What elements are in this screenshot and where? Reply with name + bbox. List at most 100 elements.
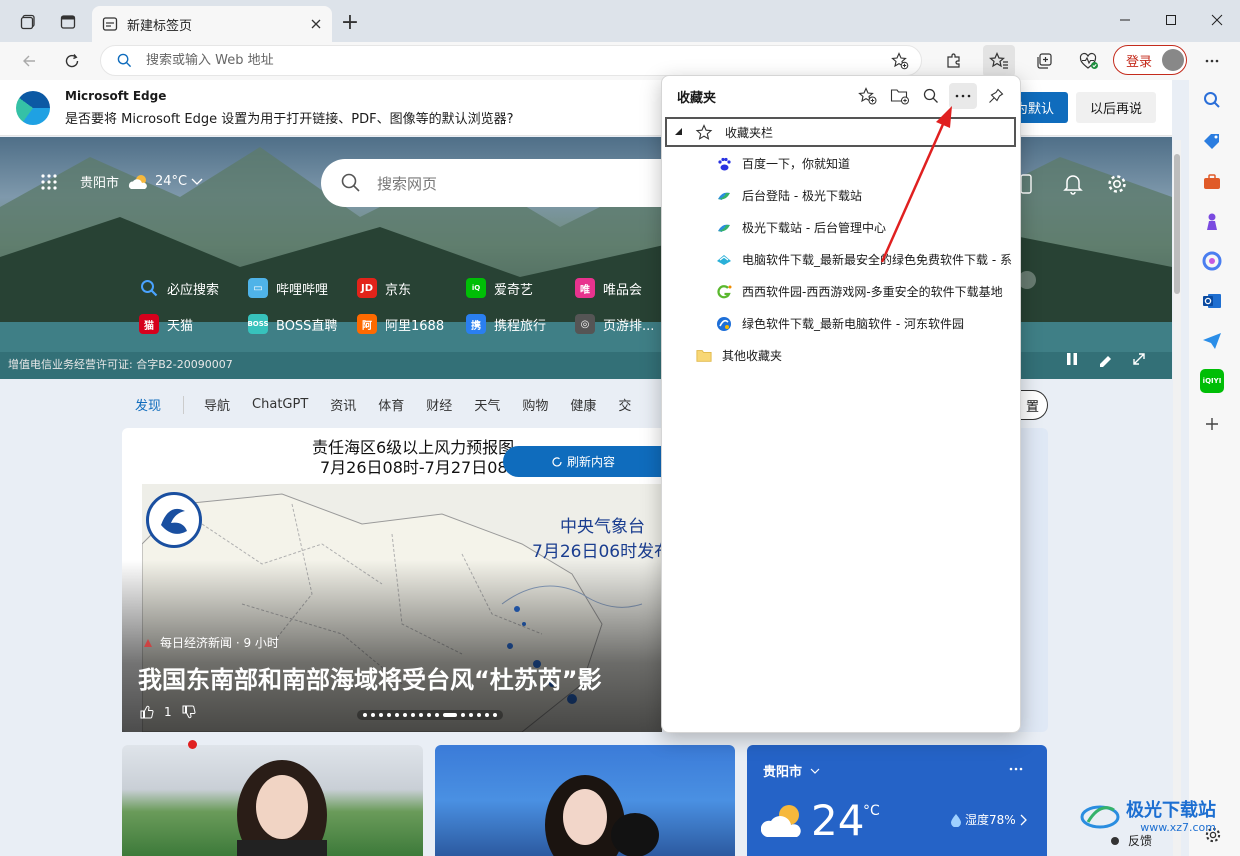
tab-new-tab[interactable]: 新建标签页 (92, 6, 332, 42)
bell-icon[interactable] (1063, 173, 1083, 195)
quick-link-label: 爱奇艺 (494, 282, 534, 298)
new-tab-button[interactable]: + (336, 8, 364, 36)
login-label: 登录 (1126, 54, 1153, 70)
quick-link-jd[interactable]: JD 京东 (357, 278, 411, 298)
quick-link-bing[interactable]: 必应搜索 (139, 278, 219, 298)
favorite-item[interactable]: 极光下载站 - 后台管理中心 (716, 219, 1016, 236)
scrollbar-track[interactable] (1173, 140, 1181, 856)
quick-link-bilibili[interactable]: ▭ 哔哩哔哩 (248, 278, 328, 298)
quick-link-games[interactable]: ◎ 页游排... (575, 314, 654, 334)
tab-actions-icon[interactable] (50, 4, 86, 40)
address-input[interactable] (146, 53, 877, 68)
settings-more-button[interactable] (1196, 45, 1228, 77)
quick-link-tmall[interactable]: 猫天猫 (139, 314, 193, 334)
shopping-tag-icon[interactable] (1200, 129, 1224, 153)
chevron-down-icon[interactable] (810, 768, 820, 774)
favorite-item[interactable]: 百度一下，你就知道 (716, 155, 1016, 172)
expand-icon[interactable] (1132, 352, 1146, 366)
scrollbar-thumb[interactable] (1174, 154, 1180, 294)
map-title: 中央气象台 (560, 517, 645, 537)
tab-navigation[interactable]: 导航 (204, 395, 230, 414)
tab-news[interactable]: 资讯 (330, 395, 356, 414)
carousel-dots[interactable] (357, 710, 503, 720)
quick-link-label: 必应搜索 (167, 282, 220, 298)
alibaba-icon: 阿 (357, 314, 377, 334)
m365-icon[interactable] (1200, 249, 1224, 273)
iqiyi-icon[interactable]: iQIYI (1200, 369, 1224, 393)
jd-icon: JD (357, 278, 377, 298)
tab-title: 新建标签页 (127, 18, 193, 34)
browser-essentials-button[interactable] (1073, 45, 1105, 77)
address-bar[interactable] (100, 45, 922, 76)
workspaces-icon[interactable] (10, 4, 46, 40)
favorites-bar-folder[interactable]: 收藏夹栏 (665, 117, 1016, 147)
not-now-button[interactable]: 以后再说 (1076, 92, 1156, 123)
tab-finance[interactable]: 财经 (426, 395, 452, 414)
hero-weather[interactable]: 贵阳市 24°C (40, 172, 203, 191)
send-icon[interactable] (1200, 329, 1224, 353)
search-icon[interactable] (1200, 88, 1224, 112)
news-title[interactable]: 我国东南部和南部海域将受台风“杜苏芮”影 (138, 660, 662, 695)
weather-card[interactable]: 贵阳市 24 °C 湿度78% (747, 745, 1047, 856)
other-favorites-folder[interactable]: 其他收藏夹 (696, 347, 996, 364)
source-logo-icon (144, 638, 152, 647)
favorite-label: 西西软件园-西西游戏网-多重安全的软件下载基地 (742, 285, 1003, 299)
favorite-item[interactable]: 电脑软件下载_最新最安全的绿色免费软件下载 - 系 (716, 251, 1016, 268)
quick-link-iqiyi[interactable]: iQ 爱奇艺 (466, 278, 533, 298)
tab-more[interactable]: 交 (618, 395, 631, 414)
quick-link-1688[interactable]: 阿阿里1688 (357, 314, 444, 334)
watermark-logo-icon (1080, 805, 1120, 829)
games-icon[interactable] (1200, 210, 1224, 234)
tab-weather[interactable]: 天气 (474, 395, 500, 414)
feedback-button[interactable]: 反馈 (1108, 832, 1152, 849)
gear-icon[interactable] (1106, 173, 1128, 195)
tab-shopping[interactable]: 购物 (522, 395, 548, 414)
collections-button[interactable] (1028, 45, 1060, 77)
quick-link-boss[interactable]: BOSS BOSS直聘 (247, 314, 337, 334)
close-window-button[interactable] (1194, 0, 1240, 40)
tmall-icon: 猫 (139, 314, 159, 334)
more-icon[interactable] (1009, 767, 1023, 771)
thumbs-up-icon[interactable] (140, 705, 154, 719)
phone-icon[interactable] (1020, 174, 1032, 194)
tools-icon[interactable] (1200, 170, 1224, 194)
edit-background-icon[interactable] (1098, 352, 1114, 368)
map-subheadline: 7月26日08时-7月27日08 (320, 458, 508, 477)
favorites-button[interactable] (983, 45, 1015, 77)
favorite-item[interactable]: 绿色软件下载_最新电脑软件 - 河东软件园 (716, 315, 1016, 332)
bilibili-icon: ▭ (248, 278, 268, 298)
back-button[interactable] (13, 45, 45, 77)
chevron-down-icon (191, 178, 203, 185)
extensions-button[interactable] (938, 45, 970, 77)
maximize-button[interactable] (1148, 0, 1194, 40)
refresh-content-button[interactable]: 刷新内容 (503, 446, 662, 477)
collapse-triangle-icon[interactable] (675, 128, 683, 136)
quick-link-label: 阿里1688 (385, 318, 445, 334)
add-icon[interactable] (1200, 412, 1224, 436)
add-favorite-icon[interactable] (891, 51, 909, 70)
outlook-icon[interactable] (1200, 289, 1224, 313)
news-card-photo-2[interactable] (435, 745, 735, 856)
favorite-item[interactable]: 后台登陆 - 极光下载站 (716, 187, 1016, 204)
login-button[interactable]: 登录 (1113, 45, 1187, 75)
infobar-title: Microsoft Edge (65, 89, 167, 103)
tab-discover[interactable]: 发现 (135, 395, 161, 414)
favorite-item[interactable]: 西西软件园-西西游戏网-多重安全的软件下载基地 (716, 283, 1016, 300)
close-icon[interactable] (310, 18, 322, 30)
tab-sports[interactable]: 体育 (378, 395, 404, 414)
pin-favorites-button[interactable] (982, 83, 1010, 109)
pause-icon[interactable] (1066, 352, 1078, 366)
edge-sidebar (1189, 80, 1240, 856)
tab-health[interactable]: 健康 (570, 395, 596, 414)
web-search-box[interactable]: 搜索网页 (321, 159, 666, 207)
refresh-button[interactable] (56, 45, 88, 77)
tab-chatgpt[interactable]: ChatGPT (252, 397, 308, 412)
quick-link-vip[interactable]: 唯唯品会 (575, 278, 642, 298)
news-card-photo-1[interactable] (122, 745, 423, 856)
thumbs-down-icon[interactable] (182, 705, 196, 719)
minimize-button[interactable] (1102, 0, 1148, 40)
quick-link-label: 京东 (385, 282, 412, 298)
apps-grid-icon[interactable] (40, 173, 58, 191)
favorites-panel (661, 75, 1021, 733)
quick-link-ctrip[interactable]: 携携程旅行 (466, 314, 546, 334)
